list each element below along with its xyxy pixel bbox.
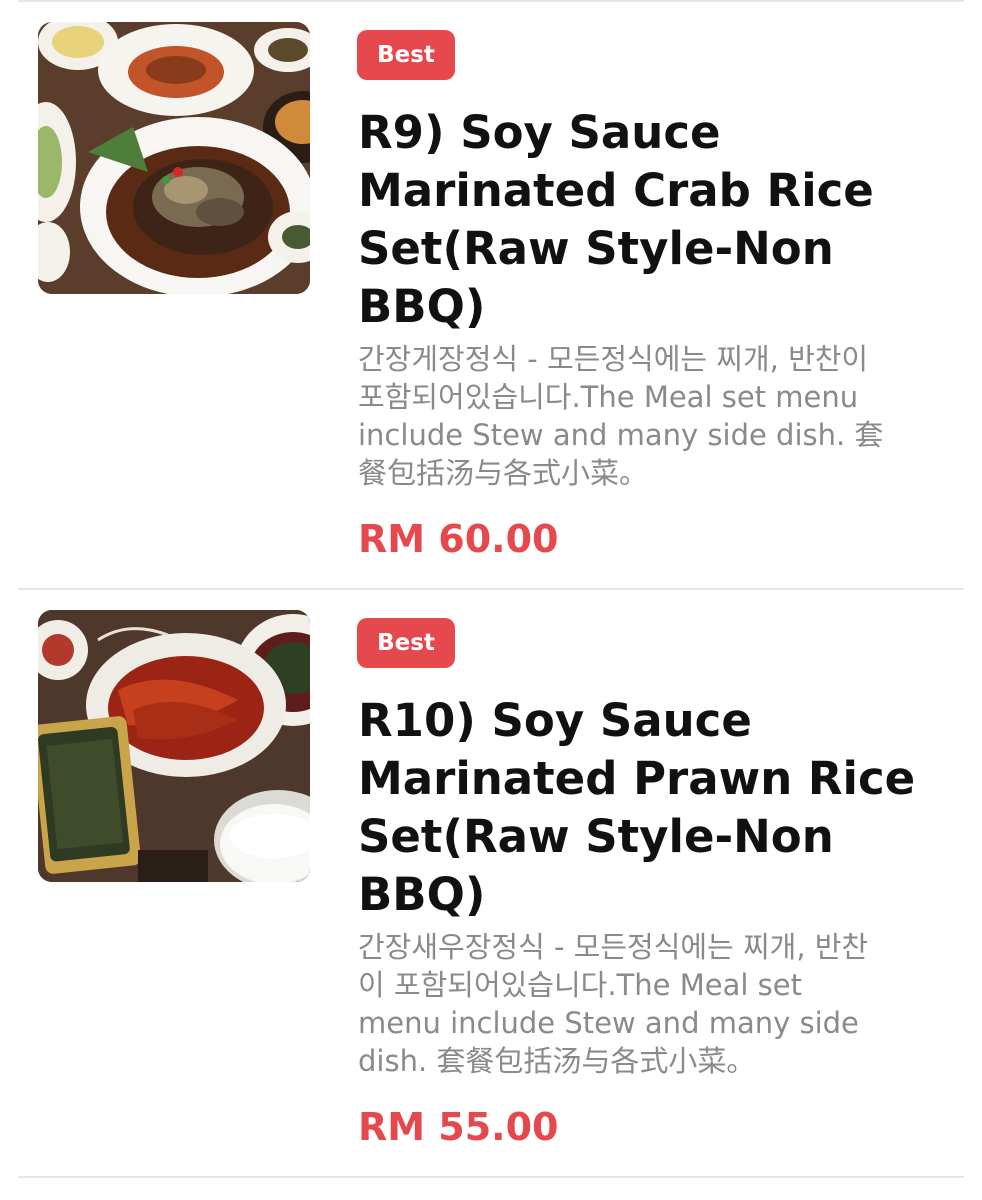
item-description-line: 餐包括汤与各式小菜。	[358, 456, 649, 490]
item-title-line: BBQ)	[358, 868, 486, 921]
item-description-line: 포함되어있습니다.The Meal set menu	[358, 380, 859, 414]
item-title-line: Set(Raw Style-Non	[358, 222, 834, 275]
crab-rice-set-photo[interactable]	[38, 22, 310, 294]
item-description: 간장게장정식 - 모든정식에는 찌개, 반찬이 포함되어있습니다.The Mea…	[358, 340, 958, 492]
item-title-line: BBQ)	[358, 280, 486, 333]
item-price: RM 60.00	[358, 517, 559, 561]
item-title-line: Set(Raw Style-Non	[358, 810, 834, 863]
item-price: RM 55.00	[358, 1105, 559, 1149]
item-title-line: R9) Soy Sauce	[358, 106, 721, 159]
item-description-line: dish. 套餐包括汤与各式小菜。	[358, 1044, 756, 1078]
item-description-line: 간장새우장정식 - 모든정식에는 찌개, 반찬	[358, 930, 869, 964]
prawn-rice-set-photo[interactable]	[38, 610, 310, 882]
item-title-line: R10) Soy Sauce	[358, 694, 752, 747]
best-badge: Best	[357, 618, 455, 668]
item-description-line: 이 포함되어있습니다.The Meal set	[358, 968, 802, 1002]
best-badge: Best	[357, 30, 455, 80]
item-title[interactable]: R10) Soy Sauce Marinated Prawn Rice Set(…	[358, 692, 958, 924]
item-description: 간장새우장정식 - 모든정식에는 찌개, 반찬 이 포함되어있습니다.The M…	[358, 928, 958, 1080]
item-title[interactable]: R9) Soy Sauce Marinated Crab Rice Set(Ra…	[358, 104, 958, 336]
item-divider	[18, 1176, 964, 1178]
item-description-line: include Stew and many side dish. 套	[358, 418, 884, 452]
item-description-line: menu include Stew and many side	[358, 1006, 859, 1040]
menu-item[interactable]: Best R9) Soy Sauce Marinated Crab Rice S…	[0, 0, 982, 588]
item-title-line: Marinated Crab Rice	[358, 164, 874, 217]
menu-item[interactable]: Best R10) Soy Sauce Marinated Prawn Rice…	[0, 588, 982, 1176]
item-description-line: 간장게장정식 - 모든정식에는 찌개, 반찬이	[358, 342, 869, 376]
item-title-line: Marinated Prawn Rice	[358, 752, 916, 805]
